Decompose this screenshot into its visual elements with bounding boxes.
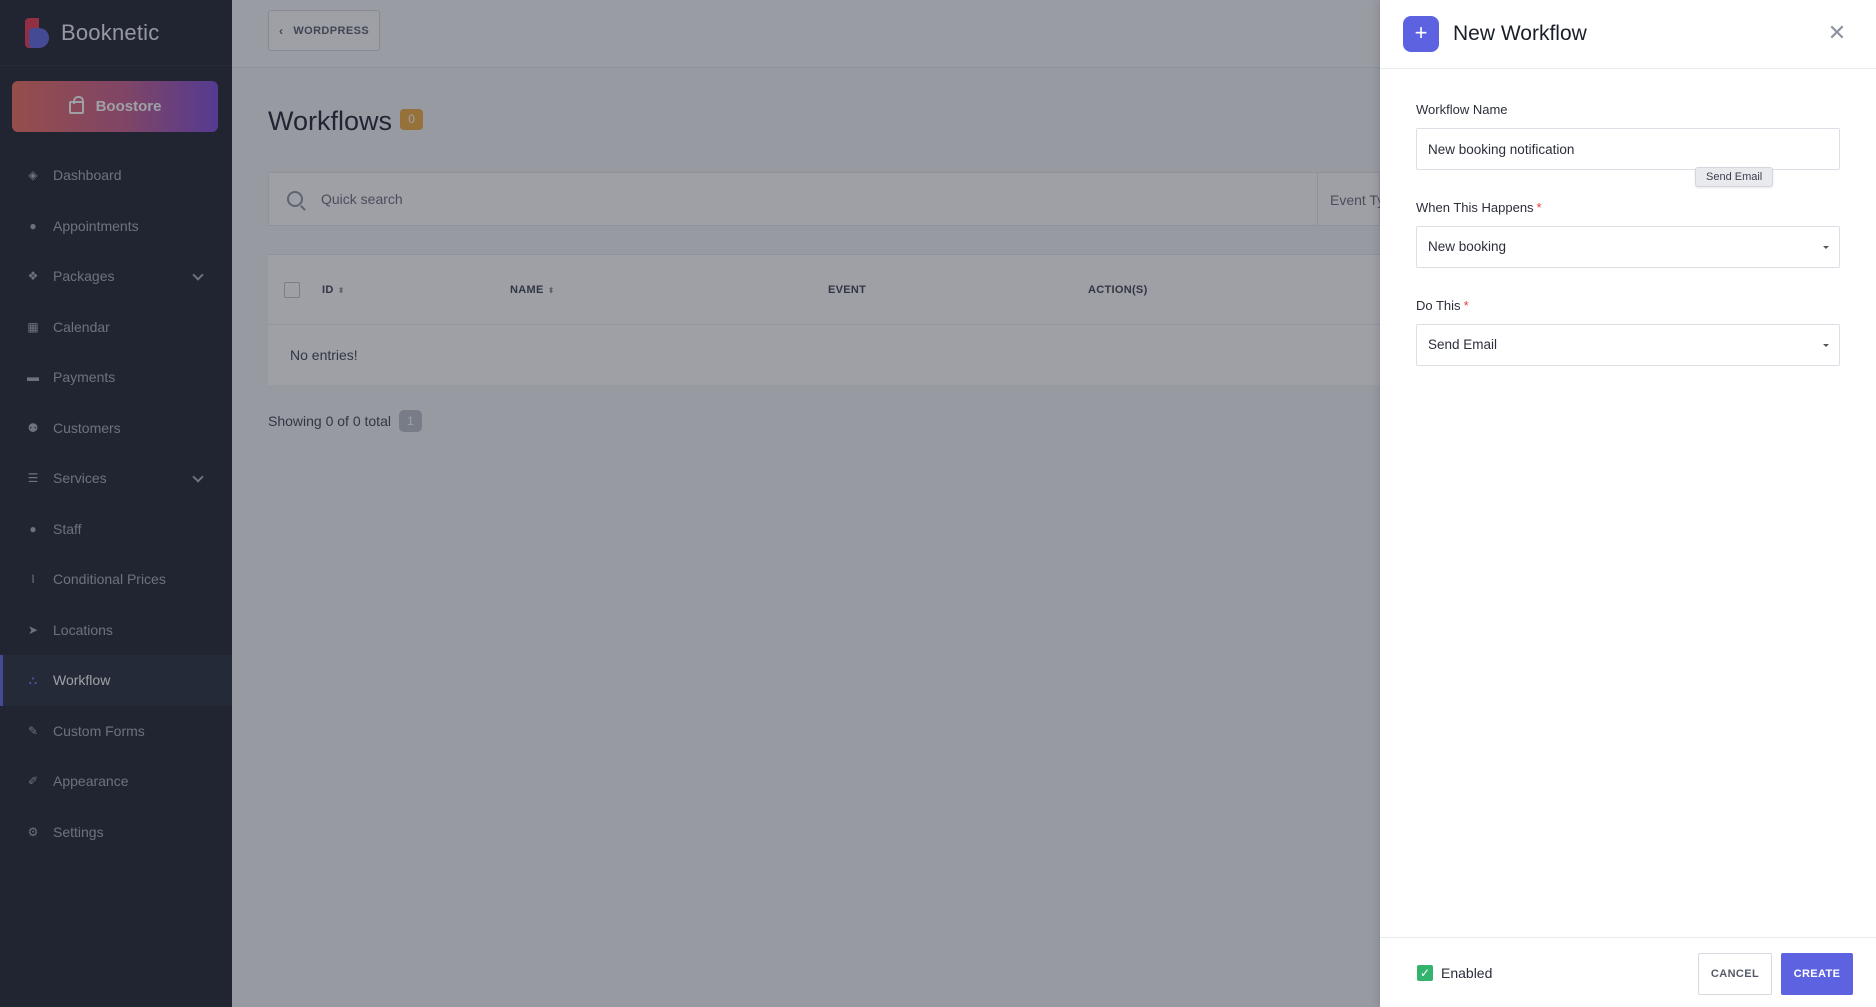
caret-down-icon [1823,344,1829,347]
drawer-header: + New Workflow ✕ [1380,0,1876,69]
drawer-title: New Workflow [1453,22,1587,45]
workflow-name-input[interactable] [1428,129,1839,169]
enabled-label: Enabled [1441,965,1493,981]
do-this-label: Do This * [1416,298,1469,313]
when-this-happens-label: When This Happens * [1416,200,1542,215]
create-button[interactable]: CREATE [1781,953,1853,995]
when-selected-value: New booking [1428,239,1507,254]
tooltip: Send Email [1695,167,1774,187]
cancel-button[interactable]: CANCEL [1698,953,1772,995]
when-this-happens-select[interactable]: New booking [1416,226,1840,268]
enabled-checkbox[interactable]: ✓ [1417,965,1433,981]
do-selected-value: Send Email [1428,337,1498,352]
workflow-name-field[interactable] [1416,128,1840,170]
new-workflow-drawer: + New Workflow ✕ Workflow Name Send Emai… [1380,0,1876,1007]
close-icon[interactable]: ✕ [1826,22,1848,44]
required-marker: * [1536,200,1542,215]
do-this-select[interactable]: Send Email [1416,324,1840,366]
caret-down-icon [1823,246,1829,249]
workflow-name-label: Workflow Name [1416,102,1508,117]
modal-backdrop[interactable] [0,0,1380,1007]
do-label-text: Do This [1416,298,1461,313]
required-marker: * [1463,298,1469,313]
drawer-footer: ✓ Enabled CANCEL CREATE [1380,937,1876,1007]
plus-icon: + [1403,16,1439,52]
app: Booknetic Boostore ◈ Dashboard ● Appoint… [0,0,1876,1007]
when-label-text: When This Happens [1416,200,1534,215]
